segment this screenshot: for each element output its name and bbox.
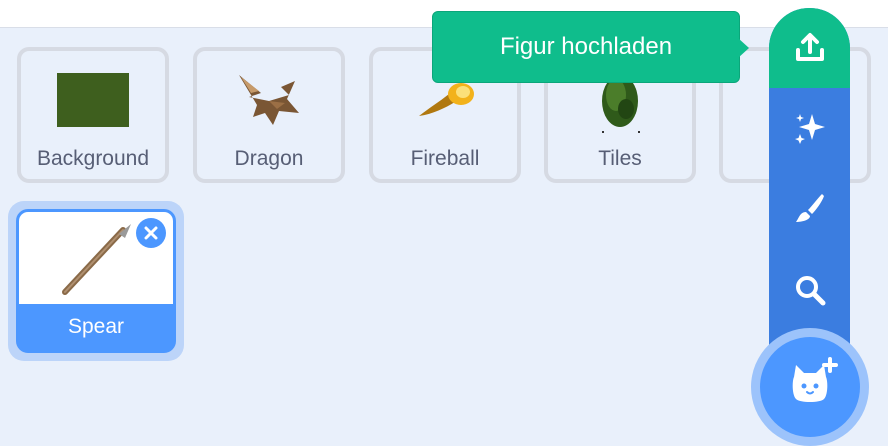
paint-button[interactable] [769,168,850,248]
upload-sprite-button[interactable] [769,8,850,88]
sprite-tile-dragon[interactable]: Dragon [193,47,345,183]
delete-sprite-button[interactable] [136,218,166,248]
search-icon [795,276,825,306]
sprite-tile-background[interactable]: Background [17,47,169,183]
upload-tooltip: Figur hochladen [432,11,740,83]
sprite-label: Background [36,147,150,170]
cat-plus-icon [792,357,838,402]
paint-brush-icon [795,194,824,222]
sprite-tile-spear[interactable]: Spear [16,209,176,353]
surprise-button[interactable] [769,88,850,168]
upload-icon [795,33,824,61]
tooltip-arrow [738,38,749,58]
surprise-sparkles-icon [794,114,825,144]
sprite-label: Spear [67,315,125,338]
close-icon [144,226,158,240]
choose-sprite-button[interactable] [769,250,850,330]
tooltip-text: Figur hochladen [499,33,673,60]
green-square-thumbnail [37,61,149,139]
dragon-thumbnail [213,61,325,139]
add-sprite-button[interactable] [760,337,860,437]
sprite-label: Tiles [598,147,642,170]
sprite-label: Dragon [234,147,304,170]
sprite-label: Fireball [410,147,480,170]
